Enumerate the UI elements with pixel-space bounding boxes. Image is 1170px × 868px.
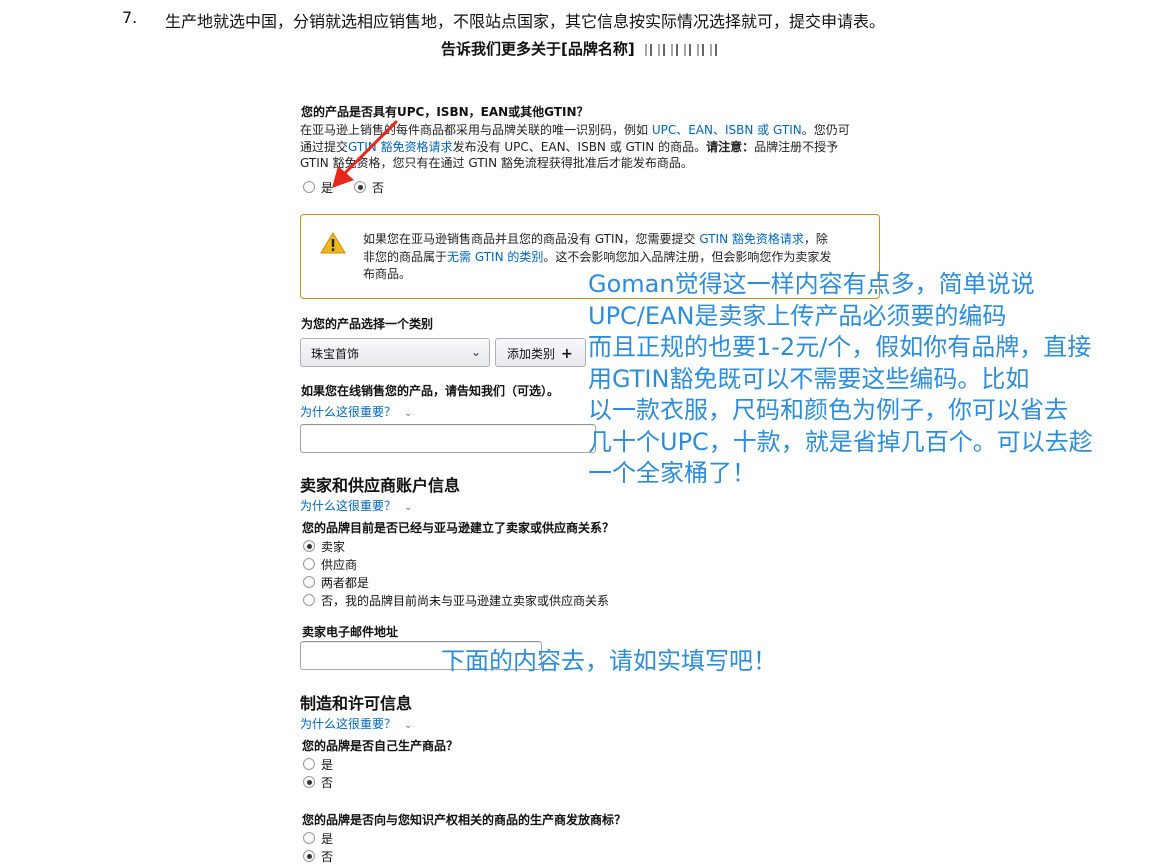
alert-text: ，除 <box>803 232 828 246</box>
radio-button[interactable] <box>303 594 315 606</box>
masked-brand-name <box>638 43 721 56</box>
radio-label: 否 <box>321 775 334 790</box>
radio-label: 是 <box>321 757 334 772</box>
radio-button[interactable] <box>303 850 315 862</box>
annotation-line: 以一款衣服，尺码和颜色为例子，你可以省去 <box>588 396 1068 424</box>
why-important-link[interactable]: 为什么这很重要？ ⌄ <box>300 403 412 420</box>
gtin-types-link[interactable]: UPC、EAN、ISBN 或 GTIN <box>652 123 802 137</box>
annotation-line: 一个全家桶了！ <box>588 459 756 487</box>
chevron-down-icon: ⌄ <box>470 345 481 359</box>
why-important-text: 为什么这很重要？ <box>300 405 397 419</box>
alert-line-1: 如果您在亚马逊销售商品并且您的商品没有 GTIN，您需要提交 GTIN 豁免资格… <box>363 231 855 249</box>
annotation-line: 几十个UPC，十款，就是省掉几百个。可以去趁 <box>588 427 1093 456</box>
plus-icon: + <box>561 346 573 362</box>
radio-button[interactable] <box>303 776 315 788</box>
license-option-yes[interactable]: 是 <box>303 829 333 847</box>
manufacture-option-yes[interactable]: 是 <box>303 755 333 773</box>
gtin-note-label: 请注意： <box>706 139 755 154</box>
annotation-line: 用GTIN豁免既可以不需要这些编码。比如 <box>588 364 1030 393</box>
alert-exemption-link[interactable]: GTIN 豁免资格请求 <box>699 232 804 246</box>
manufacture-option-no[interactable]: 否 <box>303 773 333 791</box>
radio-button[interactable] <box>303 832 315 844</box>
radio-label: 供应商 <box>321 557 358 572</box>
alert-text: 。这不会影响您加入品牌注册，但会影响您作为卖家发 <box>543 249 832 264</box>
category-label: 为您的产品选择一个类别 <box>301 317 434 331</box>
radio-label: 卖家 <box>321 539 346 554</box>
no-gtin-category-link[interactable]: 无需 GTIN 的类别 <box>447 250 543 264</box>
radio-button[interactable] <box>303 540 315 552</box>
annotation-note-fill-in: 下面的内容去，请如实填写吧！ <box>441 647 777 675</box>
radio-label: 是 <box>321 831 334 846</box>
step-instruction: 生产地就选中国，分销就选相应销售地，不限站点国家，其它信息按实际情况选择就可，提… <box>165 12 886 31</box>
category-selected-value: 珠宝首饰 <box>311 347 360 361</box>
annotation-line: UPC/EAN是卖家上传产品必须要的编码 <box>588 301 1007 330</box>
radio-label: 否 <box>321 849 334 864</box>
gtin-desc-text: 。您仍可 <box>801 123 850 137</box>
why-important-link[interactable]: 为什么这很重要？ ⌄ <box>300 497 412 514</box>
alert-text: 非您的商品属于 <box>363 249 448 264</box>
chevron-down-icon: ⌄ <box>404 408 413 419</box>
gtin-desc-text: 发布没有 UPC、EAN、ISBN 或 GTIN 的商品。 <box>452 139 707 154</box>
radio-label: 两者都是 <box>321 575 370 590</box>
seller-relation-question: 您的品牌目前是否已经与亚马逊建立了卖家或供应商关系？ <box>302 521 615 535</box>
relation-option-none[interactable]: 否，我的品牌目前尚未与亚马逊建立卖家或供应商关系 <box>303 591 609 609</box>
alert-line-2: 非您的商品属于无需 GTIN 的类别。这不会影响您加入品牌注册，但会影响您作为卖… <box>363 249 855 267</box>
warning-icon <box>320 232 346 254</box>
red-arrow-icon <box>332 120 398 188</box>
radio-button[interactable] <box>303 558 315 570</box>
why-important-text: 为什么这很重要？ <box>300 499 397 513</box>
step-number: 7. <box>122 8 138 27</box>
relation-option-both[interactable]: 两者都是 <box>303 573 369 591</box>
add-category-button[interactable]: 添加类别 + <box>495 338 586 367</box>
radio-button[interactable] <box>303 576 315 588</box>
why-important-link[interactable]: 为什么这很重要？ ⌄ <box>300 715 412 732</box>
why-important-text: 为什么这很重要？ <box>300 717 397 731</box>
license-option-no[interactable]: 否 <box>303 847 333 865</box>
page-title: 告诉我们更多关于[品牌名称] <box>441 38 721 59</box>
radio-button[interactable] <box>303 181 315 193</box>
relation-option-vendor[interactable]: 供应商 <box>303 555 357 573</box>
online-store-label: 如果您在线销售您的产品，请告知我们（可选）。 <box>301 384 560 398</box>
online-store-url-input[interactable] <box>300 424 596 453</box>
chevron-down-icon: ⌄ <box>404 720 413 731</box>
gtin-desc-text: 品牌注册不授予 <box>754 139 839 154</box>
self-manufacture-question: 您的品牌是否自己生产商品？ <box>302 739 459 753</box>
page-title-text: 告诉我们更多关于[品牌名称] <box>441 40 635 58</box>
category-select[interactable]: 珠宝首饰 ⌄ <box>300 338 490 367</box>
annotation-line: 而且正规的也要1-2元/个，假如你有品牌，直接 <box>588 333 1092 361</box>
radio-button[interactable] <box>303 758 315 770</box>
relation-option-seller[interactable]: 卖家 <box>303 537 345 555</box>
seller-email-label: 卖家电子邮件地址 <box>302 625 399 639</box>
alert-text: 如果您在亚马逊销售商品并且您的商品没有 GTIN，您需要提交 <box>363 232 700 246</box>
seller-section-title: 卖家和供应商账户信息 <box>300 476 461 495</box>
annotation-note: Goman觉得这一样内容有点多，简单说说 UPC/EAN是卖家上传产品必须要的编… <box>588 269 1093 490</box>
chevron-down-icon: ⌄ <box>404 502 413 513</box>
trademark-license-question: 您的品牌是否向与您知识产权相关的商品的生产商发放商标？ <box>302 813 627 827</box>
manufacturing-section-title: 制造和许可信息 <box>300 694 413 713</box>
add-category-label: 添加类别 <box>507 347 556 361</box>
annotation-line: Goman觉得这一样内容有点多，简单说说 <box>588 270 1035 298</box>
radio-label: 否，我的品牌目前尚未与亚马逊建立卖家或供应商关系 <box>321 593 610 608</box>
